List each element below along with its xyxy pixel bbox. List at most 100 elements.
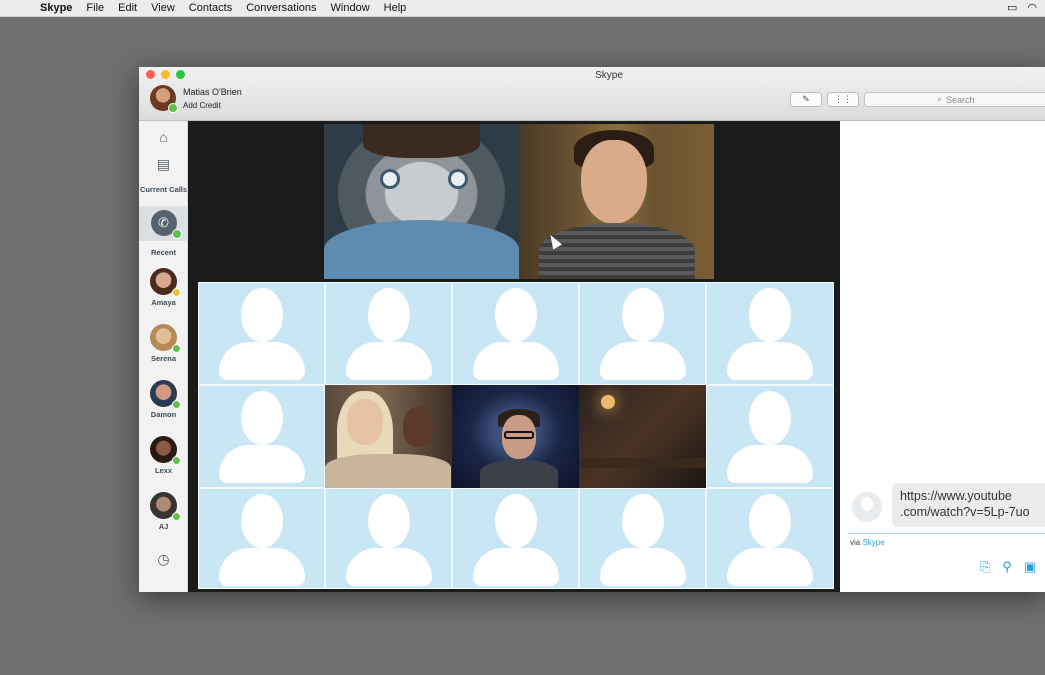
contact-amaya[interactable]: Amaya	[139, 268, 188, 307]
profile-avatar[interactable]	[150, 85, 178, 113]
video-shape	[601, 395, 615, 409]
new-conversation-button[interactable]: ✎	[790, 92, 822, 107]
menu-file[interactable]: File	[86, 2, 104, 14]
wifi-icon[interactable]: ◠	[1027, 1, 1037, 14]
clock-icon: ◷	[157, 551, 170, 567]
chat-action-icons: ⎘ ⚲ ▣	[980, 559, 1036, 575]
video-shape	[538, 223, 695, 279]
video-shape	[363, 124, 480, 159]
dial-pad-button[interactable]: ⋮⋮	[827, 92, 859, 107]
contact-name: Amaya	[151, 298, 176, 307]
online-status-icon	[172, 400, 181, 409]
window-title: Skype	[595, 70, 623, 81]
video-tile-participant-1[interactable]	[324, 124, 519, 279]
chat-divider	[848, 533, 1045, 534]
video-shape	[579, 458, 706, 468]
menu-bar: Skype File Edit View Contacts Conversati…	[0, 0, 1045, 17]
video-shape	[581, 140, 648, 224]
search-input[interactable]: ⌕ Search	[864, 92, 1045, 107]
placeholder-tile	[198, 385, 325, 488]
compose-icon: ✎	[802, 94, 810, 104]
video-shape	[599, 548, 686, 586]
placeholder-tile	[198, 488, 325, 589]
avatar-placeholder-icon	[621, 494, 664, 548]
current-calls-button[interactable]: Current Calls	[139, 185, 188, 194]
video-shape	[345, 548, 432, 586]
avatar-placeholder-icon	[494, 288, 537, 342]
menu-window[interactable]: Window	[331, 2, 370, 14]
video-shape	[448, 169, 468, 189]
share-file-icon[interactable]: ⎘	[980, 559, 990, 575]
online-status-icon	[172, 344, 181, 353]
avatar-placeholder-icon	[240, 288, 283, 342]
avatar-placeholder-icon	[494, 494, 537, 548]
contact-aj[interactable]: AJ	[139, 492, 188, 531]
avatar	[150, 492, 181, 521]
video-call-stage	[188, 121, 840, 592]
recent-call-button[interactable]: ✆	[139, 210, 188, 239]
profile-name: Matias O'Brien	[183, 87, 242, 97]
avatar	[150, 268, 181, 297]
online-status-icon	[172, 456, 181, 465]
add-credit-link[interactable]: Add Credit	[183, 101, 221, 110]
menu-app-skype[interactable]: Skype	[40, 2, 72, 14]
contact-name: AJ	[158, 522, 169, 531]
menu-view[interactable]: View	[151, 2, 175, 14]
video-shape	[324, 220, 519, 279]
placeholder-tile	[452, 282, 579, 385]
avatar	[150, 324, 181, 353]
contact-serena[interactable]: Serena	[139, 324, 188, 363]
online-status-icon	[168, 103, 178, 113]
location-pin-icon[interactable]: ⚲	[1002, 559, 1012, 575]
avatar-placeholder-icon	[240, 391, 283, 445]
menu-conversations[interactable]: Conversations	[246, 2, 316, 14]
menu-edit[interactable]: Edit	[118, 2, 137, 14]
video-shape	[472, 342, 559, 380]
avatar-placeholder-icon	[749, 391, 791, 445]
menu-help[interactable]: Help	[384, 2, 407, 14]
contact-name: Lexx	[154, 466, 173, 475]
video-shape	[480, 460, 558, 488]
home-icon: ⌂	[159, 129, 168, 145]
placeholder-tile	[579, 488, 706, 589]
airplay-icon[interactable]: ▭	[1007, 1, 1017, 14]
avatar-placeholder-icon	[749, 494, 791, 548]
skype-window: Skype Matias O'Brien Add Credit ✎ ⋮⋮ ⌕ S…	[139, 67, 1045, 592]
via-prefix: via	[850, 538, 861, 547]
avatar-placeholder-icon	[240, 494, 283, 548]
contacts-book-button[interactable]: ▤	[139, 156, 188, 174]
dialpad-icon: ⋮⋮	[834, 94, 852, 104]
via-skype-link[interactable]: Skype	[862, 538, 884, 547]
placeholder-tile	[452, 488, 579, 589]
video-shape	[380, 169, 400, 189]
history-button[interactable]: ◷	[139, 551, 188, 569]
video-shape	[325, 454, 451, 488]
contact-damon[interactable]: Damon	[139, 380, 188, 419]
search-placeholder: Search	[946, 94, 975, 105]
placeholder-tile	[325, 488, 452, 589]
online-status-icon	[172, 512, 181, 521]
video-tile-participant-2[interactable]	[519, 124, 714, 279]
video-shape	[218, 342, 305, 380]
video-shape	[218, 548, 305, 586]
contact-lexx[interactable]: Lexx	[139, 436, 188, 475]
contact-card-icon[interactable]: ▣	[1024, 559, 1036, 575]
recent-label: Recent	[150, 248, 176, 257]
video-tile-participant-3[interactable]	[325, 385, 452, 488]
chat-message-bubble[interactable]: https://www.youtube .com/watch?v=5Lp-7uo	[892, 483, 1045, 527]
video-tile-participant-5[interactable]	[579, 385, 706, 488]
recent-label-item[interactable]: Recent	[139, 248, 188, 257]
address-book-icon: ▤	[156, 156, 171, 172]
placeholder-tile	[325, 282, 452, 385]
contact-name: Damon	[150, 410, 177, 419]
video-tile-participant-4[interactable]	[452, 385, 579, 488]
menu-contacts[interactable]: Contacts	[189, 2, 232, 14]
avatar	[150, 436, 181, 465]
video-shape	[727, 342, 813, 380]
sidebar: ⌂ ▤ Current Calls ✆ Recent Amaya Serena	[139, 121, 188, 592]
current-calls-label: Current Calls	[139, 185, 188, 194]
search-icon: ⌕	[937, 94, 943, 104]
home-button[interactable]: ⌂	[139, 129, 188, 147]
via-skype-text: via Skype	[850, 538, 885, 547]
video-shape	[218, 445, 305, 483]
